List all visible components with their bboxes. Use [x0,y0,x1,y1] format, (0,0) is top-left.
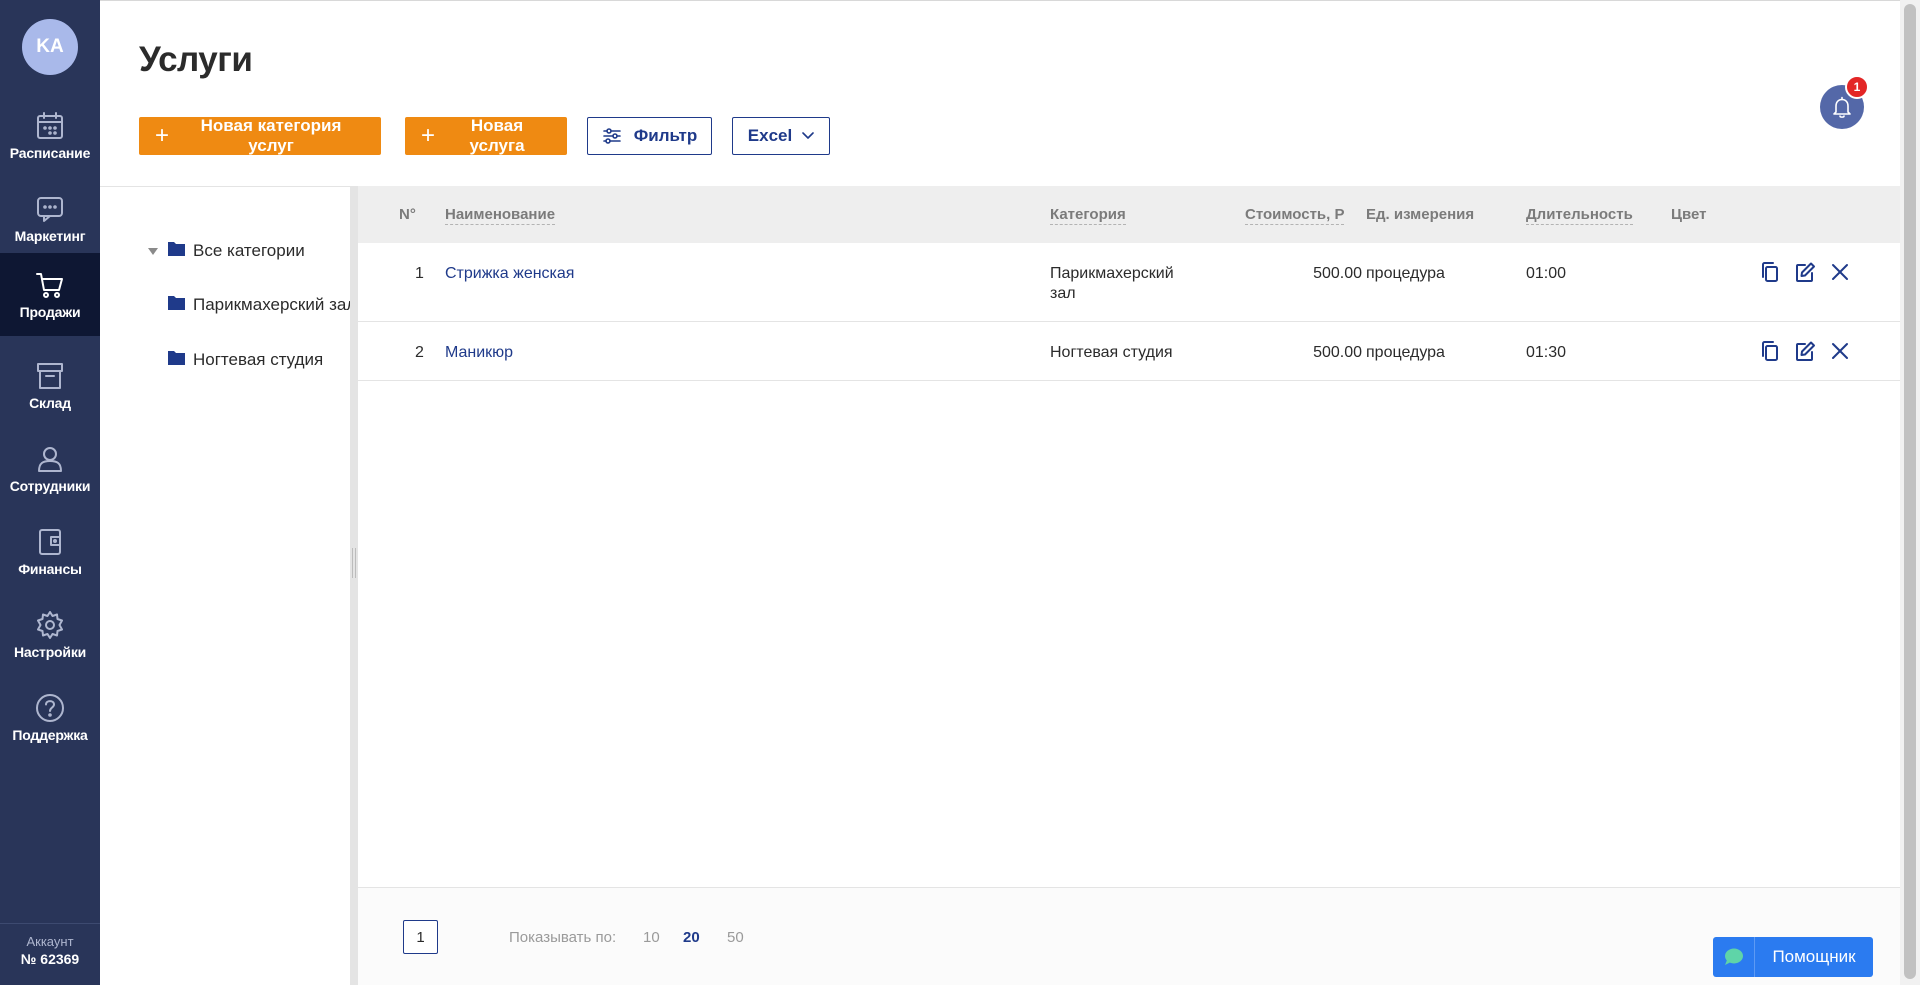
sidebar-item-employees[interactable]: Сотрудники [0,427,100,510]
sidebar-item-label: Финансы [18,561,82,577]
avatar[interactable]: KA [22,19,78,75]
scroll-thumb[interactable] [1904,4,1916,979]
table-header: N° Наименование Категория Стоимость, Р Е… [358,186,1900,243]
chat-icon [34,193,66,225]
calendar-icon [34,110,66,142]
folder-icon [168,350,193,370]
filter-label: Фильтр [633,126,698,145]
helper-button[interactable]: Помощник [1713,937,1873,977]
column-name[interactable]: Наименование [445,206,556,225]
account-info[interactable]: Аккаунт № 62369 [0,923,100,985]
table-row[interactable]: 1 Стрижка женская Парикмахерский зал 500… [358,243,1900,322]
edit-icon[interactable] [1794,261,1818,285]
column-category[interactable]: Категория [1050,206,1126,225]
notifications-button[interactable]: 1 [1820,75,1869,129]
sidebar-item-label: Поддержка [12,727,88,743]
tree-item-label: Ногтевая студия [193,350,324,369]
help-icon [34,692,66,724]
page-button[interactable]: 1 [403,920,438,954]
sidebar-item-label: Маркетинг [14,228,86,244]
panel-splitter[interactable] [350,186,358,985]
page-title: Услуги [139,40,253,79]
per-page-option-50[interactable]: 50 [727,929,744,946]
excel-dropdown[interactable]: Excel [732,117,830,155]
helper-label: Помощник [1772,947,1856,966]
new-service-label: Новая услуга [469,116,525,155]
sidebar-item-support[interactable]: Поддержка [0,676,100,759]
column-price[interactable]: Стоимость, Р [1245,206,1345,225]
row-duration: 01:00 [1526,265,1567,282]
column-number: N° [399,206,416,223]
copy-icon[interactable] [1759,261,1783,285]
column-color: Цвет [1671,206,1707,223]
row-unit: процедура [1366,265,1445,282]
service-name-link[interactable]: Стрижка женская [445,265,574,283]
sidebar-item-settings[interactable]: Настройки [0,593,100,676]
archive-icon [34,360,66,392]
new-service-button[interactable]: + Новая услуга [405,116,567,155]
row-category: Парикмахерский [1050,265,1174,282]
row-price: 500.00 [1313,265,1362,282]
wallet-icon [34,526,66,558]
tree-item-label: Все категории [193,241,305,260]
tree-item-hair-salon[interactable]: Парикмахерский зал [168,295,350,315]
new-category-label: Новая категория услуг [200,116,342,155]
page-scrollbar[interactable] [1900,0,1920,985]
bell-icon [1830,95,1854,119]
row-duration: 01:30 [1526,344,1567,361]
sidebar-item-marketing[interactable]: Маркетинг [0,177,100,260]
caret-down-icon[interactable] [148,247,158,255]
chevron-down-icon [802,132,815,140]
copy-icon[interactable] [1759,340,1783,364]
sidebar-item-label: Сотрудники [9,478,91,494]
per-page-option-20[interactable]: 20 [683,929,700,946]
sidebar-item-label: Продажи [19,304,81,320]
delete-icon[interactable] [1829,340,1853,364]
chat-bubble-icon [1713,937,1755,977]
cart-icon [34,269,66,301]
sidebar-item-label: Настройки [13,644,87,660]
per-page-option-10[interactable]: 10 [643,929,660,946]
row-category-cont: зал [1050,285,1076,302]
delete-icon[interactable] [1829,261,1853,285]
tree-item-nail-studio[interactable]: Ногтевая студия [168,350,350,370]
excel-label: Excel [747,126,793,145]
gear-icon [34,609,66,641]
top-divider [100,0,1900,1]
edit-icon[interactable] [1794,340,1818,364]
row-number: 1 [415,265,424,282]
account-number: № 62369 [20,951,80,967]
row-category: Ногтевая студия [1050,344,1173,361]
sidebar-item-schedule[interactable]: Расписание [0,94,100,177]
folder-icon [168,295,193,315]
plus-icon: + [155,122,170,149]
service-name-link[interactable]: Маникюр [445,344,513,362]
new-category-button[interactable]: + Новая категория услуг [139,116,381,155]
column-duration[interactable]: Длительность [1526,206,1633,225]
filter-button[interactable]: Фильтр [587,117,712,155]
sidebar-item-label: Склад [29,395,71,411]
sidebar-item-label: Расписание [9,145,91,161]
person-icon [34,443,66,475]
per-page-label: Показывать по: [509,929,617,946]
tree-item-all-categories[interactable]: Все категории [148,241,350,261]
sidebar-item-sales[interactable]: Продажи [0,253,100,336]
sliders-icon [602,127,622,145]
splitter-grip[interactable] [352,548,356,578]
notification-badge: 1 [1845,75,1869,99]
account-title: Аккаунт [26,934,74,949]
column-unit: Ед. измерения [1366,206,1475,223]
sidebar-item-finance[interactable]: Финансы [0,510,100,593]
sidebar-item-warehouse[interactable]: Склад [0,344,100,427]
plus-icon: + [421,122,436,149]
row-unit: процедура [1366,344,1445,361]
row-price: 500.00 [1313,344,1362,361]
table-row[interactable]: 2 Маникюр Ногтевая студия 500.00 процеду… [358,322,1900,381]
folder-icon [168,241,193,261]
row-number: 2 [415,344,424,361]
sidebar: KA Расписание Маркетинг Продажи Склад Со… [0,0,100,985]
pagination-bar: 1 Показывать по: 10 20 50 [358,887,1900,985]
services-table: N° Наименование Категория Стоимость, Р Е… [358,186,1900,887]
tree-item-label: Парикмахерский зал [193,295,350,314]
